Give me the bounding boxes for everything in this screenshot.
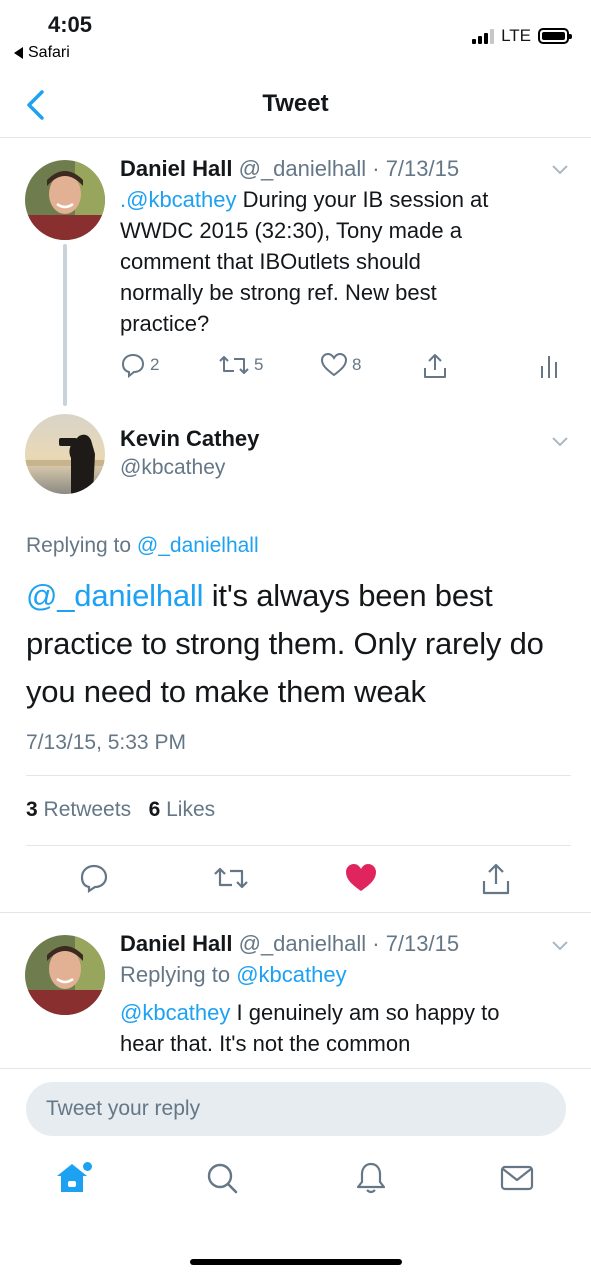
- reply-icon[interactable]: [78, 862, 110, 894]
- tweet-text: @kbcathey I genuinely am so happy to hea…: [120, 997, 560, 1059]
- engagement-stats: 3 Retweets 6 Likes: [26, 798, 215, 822]
- search-icon[interactable]: [204, 1160, 240, 1196]
- chevron-down-icon[interactable]: [551, 940, 569, 952]
- author-name[interactable]: Daniel Hall: [120, 156, 232, 181]
- chevron-down-icon[interactable]: [551, 436, 569, 448]
- replying-to: Replying to @kbcathey: [120, 962, 347, 988]
- thread-connector: [63, 244, 67, 406]
- heart-outline-icon: [320, 352, 348, 377]
- tweet-line: During your IB session at: [236, 187, 489, 212]
- tweet-line: practice?: [120, 311, 210, 336]
- replying-to-link[interactable]: @kbcathey: [236, 962, 346, 987]
- status-indicators: LTE: [472, 26, 572, 46]
- reply-count: 2: [150, 355, 160, 374]
- retweet-button[interactable]: 5: [218, 352, 263, 378]
- tweet-line: practice to strong them. Only rarely do: [26, 626, 544, 661]
- author-handle[interactable]: @kbcathey: [120, 456, 225, 480]
- heart-filled-icon[interactable]: [344, 862, 378, 894]
- tweet-line: it's always been best: [203, 578, 493, 613]
- reply-button[interactable]: 2: [120, 352, 159, 378]
- mention-link[interactable]: .@kbcathey: [120, 187, 237, 212]
- tweet-actions: 2 5 8: [120, 352, 570, 382]
- tweet-timestamp: 7/13/15, 5:33 PM: [26, 731, 186, 754]
- tweet-line: WWDC 2015 (32:30), Tony made a: [120, 218, 462, 243]
- tweet-text: .@kbcathey During your IB session at WWD…: [120, 184, 560, 339]
- retweet-count: 5: [254, 355, 264, 374]
- author-meta: @_danielhall · 7/13/15: [238, 931, 460, 956]
- tweet-line: I genuinely am so happy to: [230, 1000, 500, 1025]
- cell-signal-icon: [472, 28, 495, 44]
- battery-icon: [538, 28, 572, 44]
- reply-tweet[interactable]: Daniel Hall @_danielhall · 7/13/15 Reply…: [0, 913, 591, 1068]
- home-indicator[interactable]: [190, 1259, 402, 1265]
- tweet-line: comment that IBOutlets should: [120, 249, 421, 274]
- analytics-icon: [541, 356, 557, 378]
- messages-icon[interactable]: [499, 1160, 535, 1196]
- share-button[interactable]: [422, 352, 448, 380]
- like-button[interactable]: 8: [320, 352, 361, 378]
- page-title: Tweet: [262, 90, 329, 117]
- notifications-icon[interactable]: [353, 1160, 389, 1196]
- tweet-line: you need to make them weak: [26, 674, 426, 709]
- divider: [0, 1068, 591, 1069]
- compose-placeholder: Tweet your reply: [46, 1097, 201, 1120]
- tweet-header: Daniel Hall @_danielhall · 7/13/15: [120, 931, 459, 957]
- share-icon: [424, 354, 446, 378]
- back-to-safari[interactable]: Safari: [14, 44, 70, 62]
- tweet-line: hear that. It's not the common: [120, 1031, 411, 1056]
- retweets-stat[interactable]: 3 Retweets: [26, 798, 131, 821]
- retweet-icon: [219, 356, 249, 374]
- unread-dot: [83, 1162, 92, 1171]
- author-name[interactable]: Daniel Hall: [120, 931, 232, 956]
- tweet-line: normally be strong ref. New best: [120, 280, 437, 305]
- reply-compose-input[interactable]: Tweet your reply: [26, 1082, 566, 1136]
- focused-tweet-actions: [0, 852, 591, 908]
- divider: [26, 845, 571, 846]
- author-meta: @_danielhall · 7/13/15: [238, 156, 460, 181]
- likes-stat[interactable]: 6 Likes: [149, 798, 216, 821]
- retweet-icon[interactable]: [212, 862, 250, 894]
- mention-link[interactable]: @_danielhall: [26, 578, 204, 613]
- chevron-down-icon[interactable]: [551, 164, 569, 176]
- share-icon[interactable]: [480, 862, 512, 896]
- reply-icon: [121, 353, 145, 378]
- mention-link[interactable]: @kbcathey: [120, 1000, 230, 1025]
- status-time: 4:05: [48, 12, 93, 37]
- back-triangle-icon: [14, 47, 23, 59]
- replying-to-link[interactable]: @_danielhall: [137, 534, 259, 557]
- divider: [26, 775, 571, 776]
- like-count: 8: [352, 355, 362, 374]
- tweet-header: Daniel Hall @_danielhall · 7/13/15: [120, 156, 459, 182]
- back-app-label: Safari: [28, 44, 70, 61]
- replying-prefix: Replying to: [120, 962, 237, 987]
- analytics-button[interactable]: [538, 352, 560, 380]
- author-name[interactable]: Kevin Cathey: [120, 426, 259, 452]
- nav-bar: Tweet: [0, 72, 591, 138]
- avatar[interactable]: [25, 414, 105, 494]
- avatar[interactable]: [25, 935, 105, 1015]
- replying-to: Replying to @_danielhall: [26, 534, 259, 558]
- tweet-text: @_danielhall it's always been best pract…: [26, 572, 571, 716]
- replying-prefix: Replying to: [26, 534, 137, 557]
- network-label: LTE: [501, 26, 531, 45]
- avatar[interactable]: [25, 160, 105, 240]
